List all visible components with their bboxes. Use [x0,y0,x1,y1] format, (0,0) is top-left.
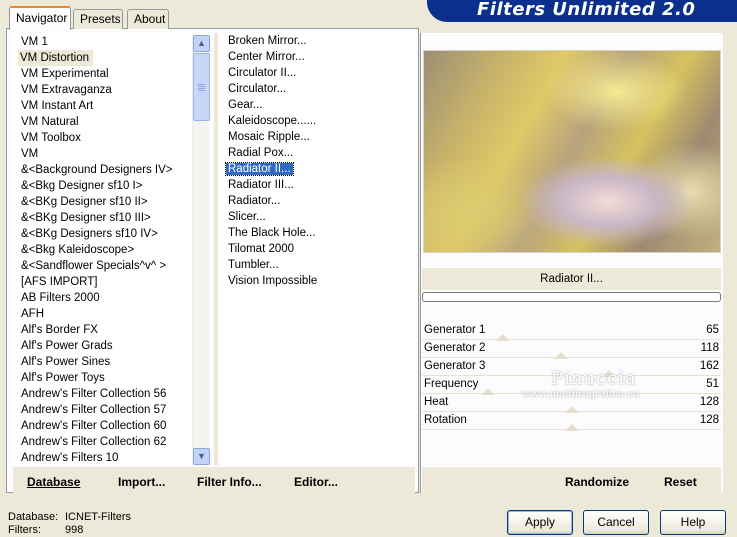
navigator-actions: Database Import... Filter Info... Editor… [13,467,415,493]
watermark-url: www.maidiregrafica.eu [522,389,640,400]
filter-item[interactable]: Radiator... [219,193,415,209]
category-item[interactable]: Andrew's Filter Collection 60 [14,418,209,434]
parameter-value: 162 [699,360,719,372]
filter-item[interactable]: Kaleidoscope...... [219,113,415,129]
category-scrollbar[interactable]: ▲ ▼ [192,35,210,465]
current-filter-name: Radiator II... [422,268,721,290]
cancel-button[interactable]: Cancel [583,510,649,535]
filter-info-button[interactable]: Filter Info... [197,475,262,489]
parameter-name: Rotation [424,414,467,426]
parameter-slider[interactable]: Rotation 128 [422,412,721,431]
parameter-value: 128 [699,396,719,408]
category-item[interactable]: Alf's Power Sines [14,354,209,370]
parameter-slider[interactable]: Generator 2 118 [422,340,721,359]
category-item[interactable]: &<BKg Designers sf10 IV> [14,226,209,242]
category-item[interactable]: &<Sandflower Specials^v^ > [14,258,209,274]
parameter-name: Generator 1 [424,324,486,336]
filter-item[interactable]: Gear... [219,97,415,113]
database-value: ICNET-Filters [65,511,131,523]
filter-item[interactable]: Broken Mirror... [219,33,415,49]
category-item[interactable]: VM 1 [14,34,209,50]
tab-navigator[interactable]: Navigator [9,6,71,30]
randomize-button[interactable]: Randomize [565,475,629,489]
category-item[interactable]: Andrew's Filters 10 [14,450,209,464]
filters-count: 998 [65,524,84,536]
category-item[interactable]: AB Filters 2000 [14,290,209,306]
parameter-value: 65 [706,324,719,336]
parameter-value: 128 [699,414,719,426]
filters-label: Filters: [8,524,41,536]
scroll-up-button[interactable]: ▲ [193,35,210,52]
parameter-name: Frequency [424,378,479,390]
filter-item[interactable]: Circulator... [219,81,415,97]
category-item[interactable]: Andrew's Filter Collection 62 [14,434,209,450]
category-item[interactable]: AFH [14,306,209,322]
filter-item[interactable]: Tilomat 2000 [219,241,415,257]
filter-item[interactable]: Mosaic Ripple... [219,129,415,145]
parameter-value: 51 [706,378,719,390]
scroll-thumb[interactable] [193,53,210,121]
parameter-name: Generator 2 [424,342,486,354]
filter-item[interactable]: The Black Hole... [219,225,415,241]
settings-actions: Randomize Reset [422,467,721,493]
category-item[interactable]: VM Natural [14,114,209,130]
window-edge [727,33,737,493]
category-item[interactable]: VM Toolbox [14,130,209,146]
category-item[interactable]: Andrew's Filter Collection 57 [14,402,209,418]
watermark-name: Pinuccia [551,368,637,389]
parameter-name: Heat [424,396,449,408]
category-list[interactable]: VM 1 VM Distortion VM Experimental VM Extra… [13,33,210,465]
import-button[interactable]: Import... [118,475,165,489]
editor-button[interactable]: Editor... [294,475,338,489]
parameter-name: Generator 3 [424,360,486,372]
parameter-value: 118 [700,342,719,354]
help-button[interactable]: Help [660,510,726,535]
category-item[interactable]: &<Bkg Designer sf10 I> [14,178,209,194]
progress-bar [422,292,721,302]
category-item[interactable]: VM Experimental [14,66,209,82]
filter-item[interactable]: Vision Impossible [219,273,415,289]
category-item[interactable]: VM Distortion [14,50,209,66]
filter-item[interactable]: Tumbler... [219,257,415,273]
category-item[interactable]: VM Extravaganza [14,82,209,98]
category-item[interactable]: &<BKg Designer sf10 II> [14,194,209,210]
category-item[interactable]: VM Instant Art [14,98,209,114]
filter-item[interactable]: Radiator II... [219,161,415,177]
category-item[interactable]: &<BKg Designer sf10 III> [14,210,209,226]
preview-image [423,50,721,253]
tab-about[interactable]: About [127,9,169,29]
list-divider [214,33,218,465]
banner-title: Filters Unlimited 2.0 [427,0,737,22]
category-item[interactable]: Alf's Power Grads [14,338,209,354]
filter-item[interactable]: Slicer... [219,209,415,225]
reset-button[interactable]: Reset [664,475,697,489]
database-button[interactable]: Database [27,475,80,489]
database-label: Database: [8,511,59,523]
tab-presets[interactable]: Presets [73,9,123,29]
category-item[interactable]: Andrew's Filter Collection 56 [14,386,209,402]
status-info: Database: ICNET-Filters Filters: 998 [8,511,131,537]
tab-bar: Navigator Presets About [0,0,420,30]
category-item[interactable]: Alf's Power Toys [14,370,209,386]
category-item[interactable]: [AFS IMPORT] [14,274,209,290]
filter-item[interactable]: Radial Pox... [219,145,415,161]
category-item[interactable]: &<Background Designers IV> [14,162,209,178]
scroll-down-button[interactable]: ▼ [193,448,210,465]
parameter-slider[interactable]: Generator 1 65 [422,322,721,341]
category-item[interactable]: VM [14,146,209,162]
apply-button[interactable]: Apply [507,510,573,535]
filter-list[interactable]: Broken Mirror... Center Mirror... Circulat… [219,33,415,465]
category-item[interactable]: &<Bkg Kaleidoscope> [14,242,209,258]
filter-item[interactable]: Center Mirror... [219,49,415,65]
filter-item[interactable]: Radiator III... [219,177,415,193]
category-item[interactable]: Alf's Border FX [14,322,209,338]
slider-thumb[interactable] [565,424,580,431]
filter-item[interactable]: Circulator II... [219,65,415,81]
